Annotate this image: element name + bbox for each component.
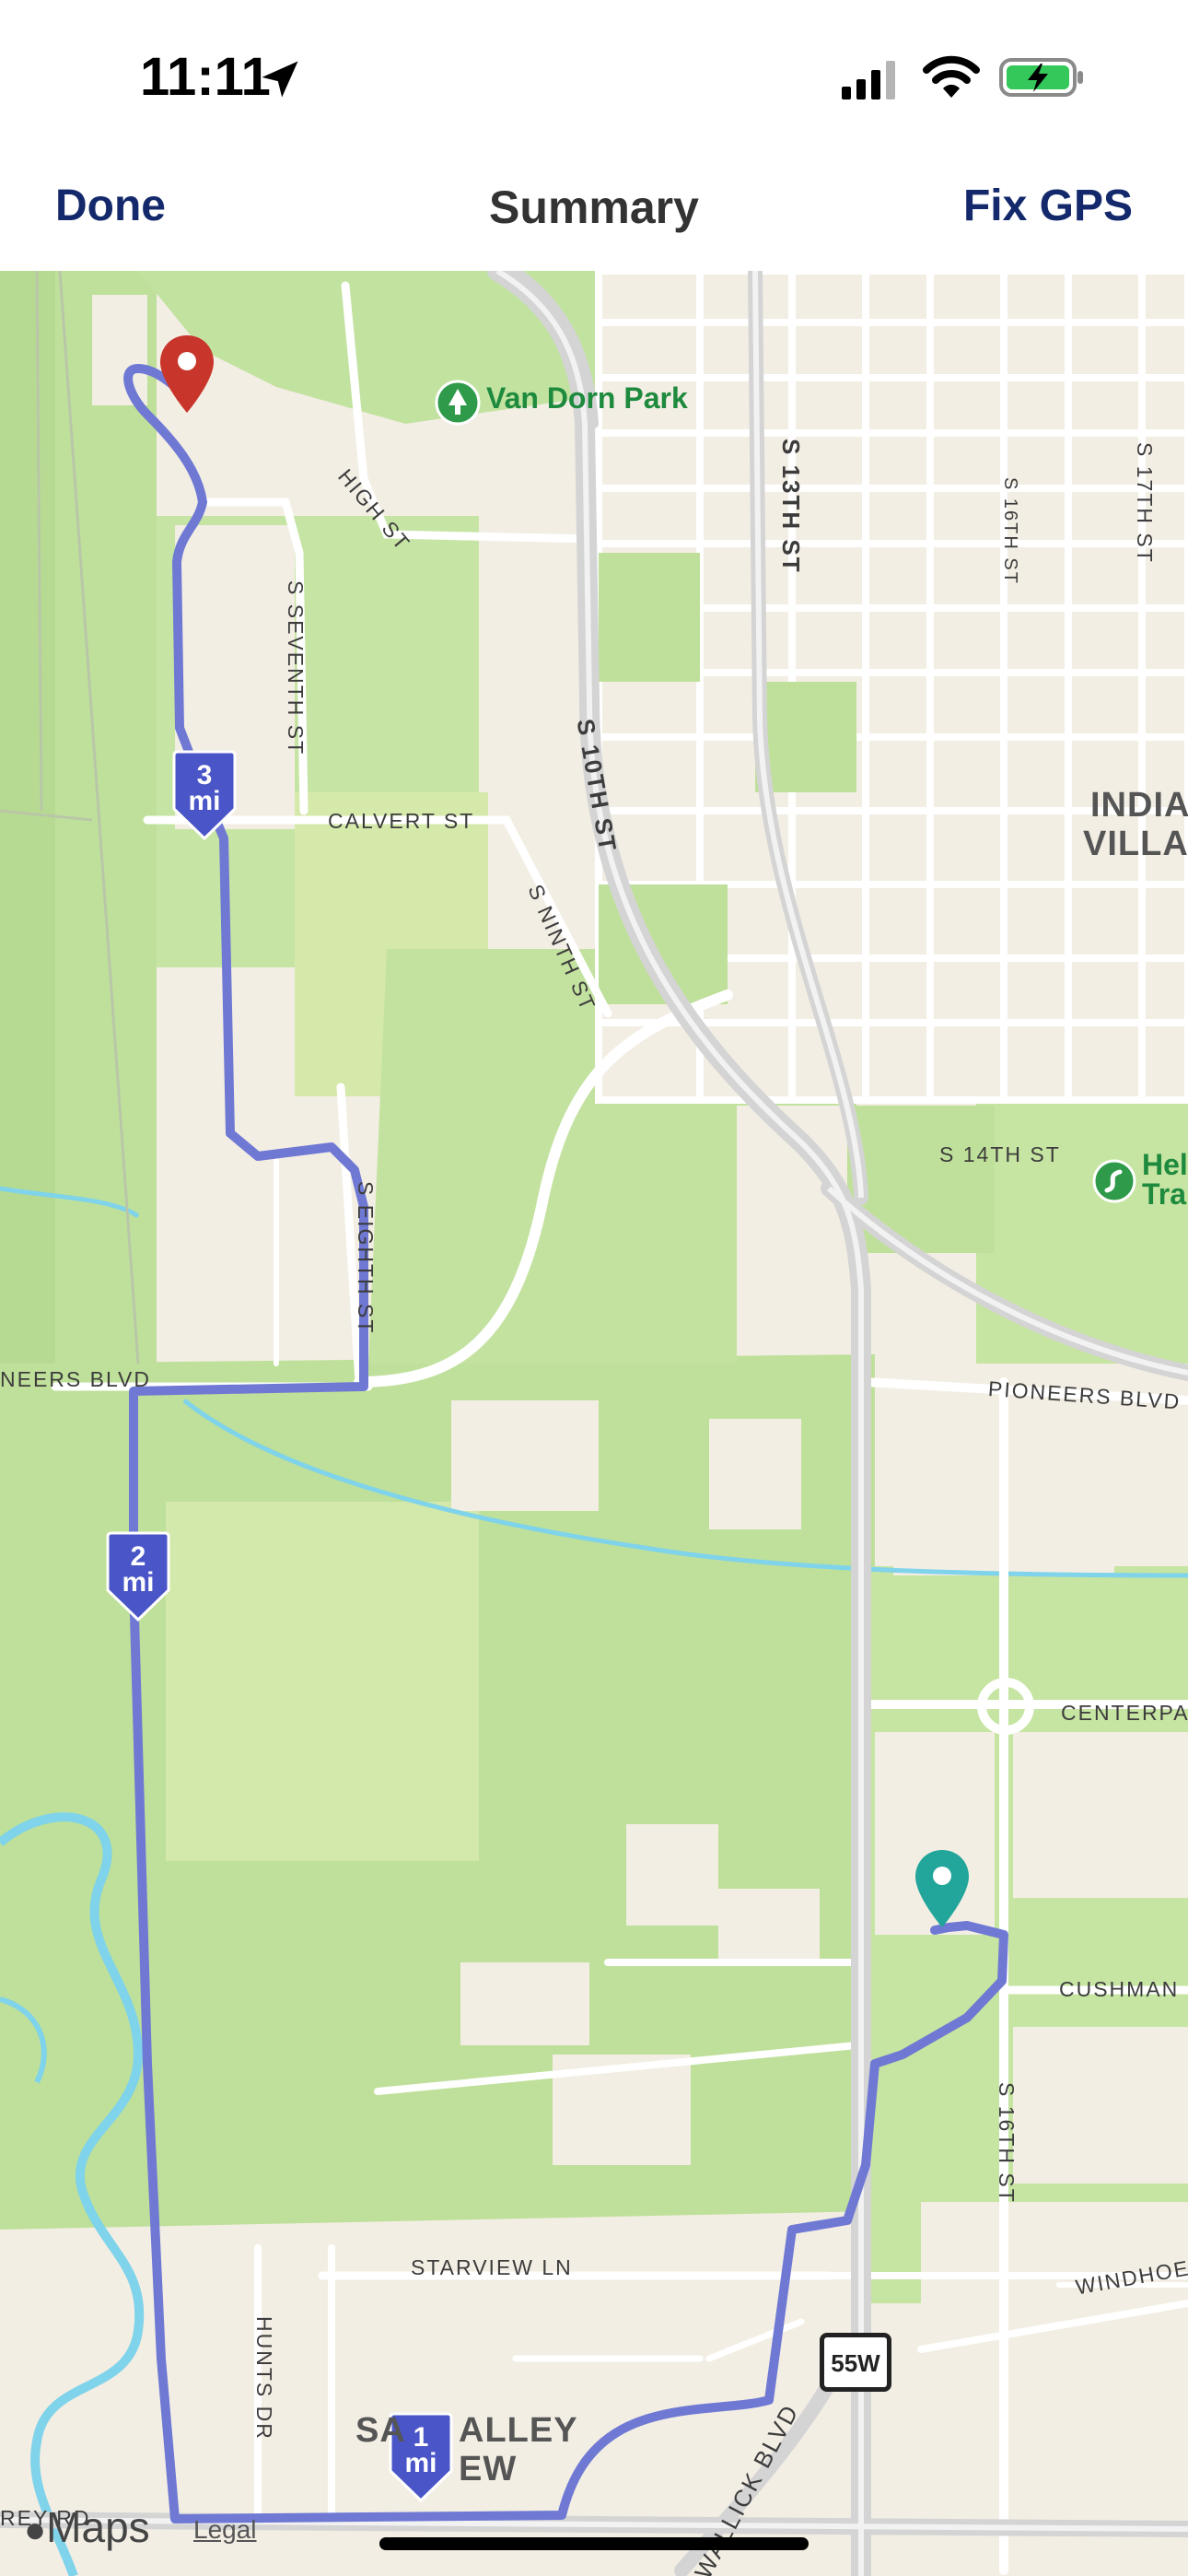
cellular-signal-icon <box>842 61 895 100</box>
navigation-bar: Done Summary Fix GPS <box>0 157 1188 271</box>
road-label-s-14th-st: S 14TH ST <box>939 1142 1061 1166</box>
area-label-indian: INDIAN <box>1090 786 1188 825</box>
status-bar: 11:11 <box>0 0 1188 157</box>
road-label-s-13th-st: S 13TH ST <box>777 439 805 574</box>
wifi-icon <box>923 55 980 98</box>
road-label-calvert-st: CALVERT ST <box>328 809 475 833</box>
area-label-village: VILLAG <box>1083 825 1188 863</box>
mile-marker-2: 2 mi <box>106 1531 170 1623</box>
trail-icon <box>1092 1159 1136 1203</box>
road-label-s-16th-st-bottom: S 16TH ST <box>995 2082 1019 2204</box>
area-label-ew: EW <box>459 2450 518 2488</box>
mile-marker-unit: mi <box>188 786 221 816</box>
road-label-s-seventh-st: S SEVENTH ST <box>284 580 308 756</box>
legal-link[interactable]: Legal <box>193 2515 257 2545</box>
mile-marker-unit: mi <box>404 2448 437 2478</box>
highway-shield: 55W <box>820 2333 891 2392</box>
area-label-alley: ALLEY <box>459 2411 578 2450</box>
road-label-s-eighth-st: S EIGHTH ST <box>354 1181 378 1335</box>
home-indicator[interactable] <box>379 2537 809 2550</box>
park-icon <box>435 380 481 426</box>
road-label-s-17th-st: S 17TH ST <box>1133 442 1157 564</box>
poi-van-dorn-park[interactable]: Van Dorn Park <box>486 381 688 415</box>
maps-logo[interactable]: ●Maps <box>24 2502 150 2552</box>
road-label-centerpa: CENTERPA <box>1061 1701 1188 1725</box>
maps-brand-label: Maps <box>46 2503 150 2551</box>
road-label-cushman: CUSHMAN <box>1059 1977 1180 2001</box>
area-label-sa: SA <box>355 2411 406 2450</box>
road-label-hunts-dr: HUNTS DR <box>252 2316 276 2441</box>
poi-trail-label-2[interactable]: Tra <box>1142 1177 1186 1211</box>
map-canvas <box>0 271 1188 2576</box>
poi-trail-label-1[interactable]: Hel <box>1142 1148 1188 1181</box>
mile-marker-3: 3 mi <box>172 750 237 842</box>
route-map[interactable]: 3mi 2mi 1mi Van Dorn Park Hel Tra INDIAN… <box>0 271 1188 2576</box>
battery-charging-icon <box>999 58 1083 97</box>
fix-gps-button[interactable]: Fix GPS <box>963 181 1133 231</box>
location-arrow-icon <box>262 61 298 98</box>
start-pin-icon[interactable] <box>914 1848 971 1929</box>
end-pin-icon[interactable] <box>158 334 215 415</box>
status-time: 11:11 <box>140 47 271 107</box>
road-label-pioneers-blvd-left: NEERS BLVD <box>0 1367 152 1391</box>
apple-logo-icon: ● <box>24 2510 47 2550</box>
road-label-starview-ln: STARVIEW LN <box>411 2255 573 2279</box>
road-label-s-16th-st-top: S 16TH ST <box>1000 477 1020 585</box>
mile-marker-unit: mi <box>122 1567 155 1598</box>
